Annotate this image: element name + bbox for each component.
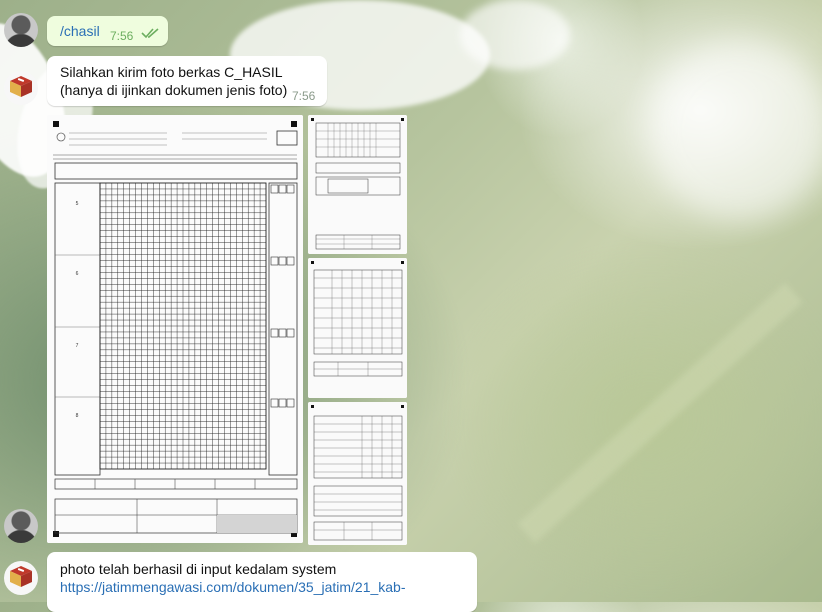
bot-avatar[interactable]: [4, 561, 38, 595]
photo-c-hasil-main[interactable]: 5 6 7 8: [47, 115, 303, 543]
message-text: /chasil: [60, 23, 100, 39]
bot-avatar[interactable]: [4, 71, 38, 105]
photo-album: 5 6 7 8: [47, 115, 407, 545]
svg-text:5: 5: [76, 201, 79, 207]
svg-text:8: 8: [76, 413, 79, 419]
user-avatar[interactable]: [4, 13, 38, 47]
bawaslu-box-logo-icon: [8, 563, 34, 594]
user-avatar[interactable]: [4, 509, 38, 543]
svg-text:6: 6: [76, 271, 79, 277]
message-line-2: (hanya di ijinkan dokumen jenis foto): [60, 82, 288, 98]
message-link[interactable]: https://jatimmengawasi.com/dokumen/35_ja…: [60, 578, 406, 596]
background-petal: [460, 0, 570, 70]
bawaslu-box-logo-icon: [8, 73, 34, 104]
photo-page-2[interactable]: [308, 115, 407, 254]
photo-page-4[interactable]: [308, 402, 407, 545]
incoming-message-bubble: Silahkan kirim foto berkas C_HASIL (hany…: [47, 56, 327, 106]
background-stem: [517, 282, 803, 544]
message-line-1: Silahkan kirim foto berkas C_HASIL: [60, 64, 283, 80]
photo-page-3[interactable]: [308, 258, 407, 398]
background-petal: [650, 40, 822, 220]
outgoing-message-bubble: /chasil 7:56: [47, 16, 168, 46]
svg-text:7: 7: [76, 343, 79, 349]
double-check-icon: [141, 25, 161, 43]
message-time: 7:56: [292, 89, 316, 103]
incoming-message-bubble: photo telah berhasil di input kedalam sy…: [47, 552, 477, 612]
message-time: 7:56: [110, 29, 134, 43]
message-text: photo telah berhasil di input kedalam sy…: [60, 561, 337, 577]
